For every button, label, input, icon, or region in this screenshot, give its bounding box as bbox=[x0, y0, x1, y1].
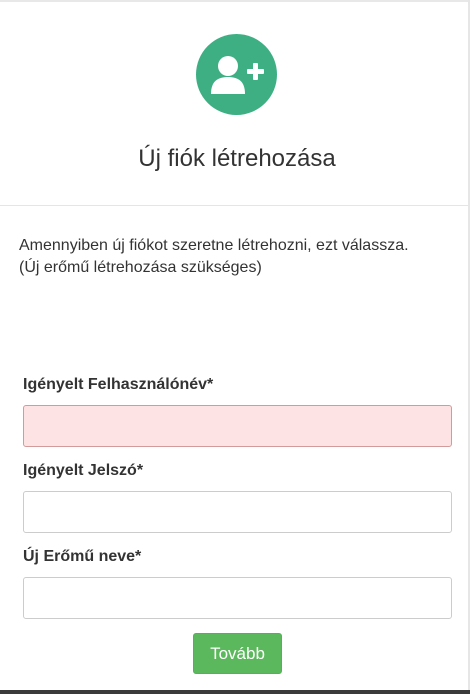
add-user-glyph bbox=[211, 56, 264, 94]
intro-line-1: Amennyiben új fiókot szeretne létrehozni… bbox=[19, 237, 409, 254]
bottom-edge-bar bbox=[0, 690, 470, 694]
plant-name-label: Új Erőmű neve* bbox=[23, 548, 142, 565]
username-input[interactable] bbox=[23, 405, 452, 447]
add-user-icon bbox=[196, 34, 277, 115]
page-title: Új fiók létrehozása bbox=[138, 145, 336, 172]
next-button[interactable]: Tovább bbox=[193, 633, 282, 674]
intro-text: Amennyiben új fiókot szeretne létrehozni… bbox=[19, 235, 459, 279]
password-input[interactable] bbox=[23, 491, 452, 533]
password-label: Igényelt Jelszó* bbox=[23, 462, 144, 479]
page-header: Új fiók létrehozása bbox=[0, 2, 468, 206]
intro-line-2: (Új erőmű létrehozása szükséges) bbox=[19, 259, 262, 276]
username-label: Igényelt Felhasználónév* bbox=[23, 376, 214, 393]
plant-name-input[interactable] bbox=[23, 577, 452, 619]
